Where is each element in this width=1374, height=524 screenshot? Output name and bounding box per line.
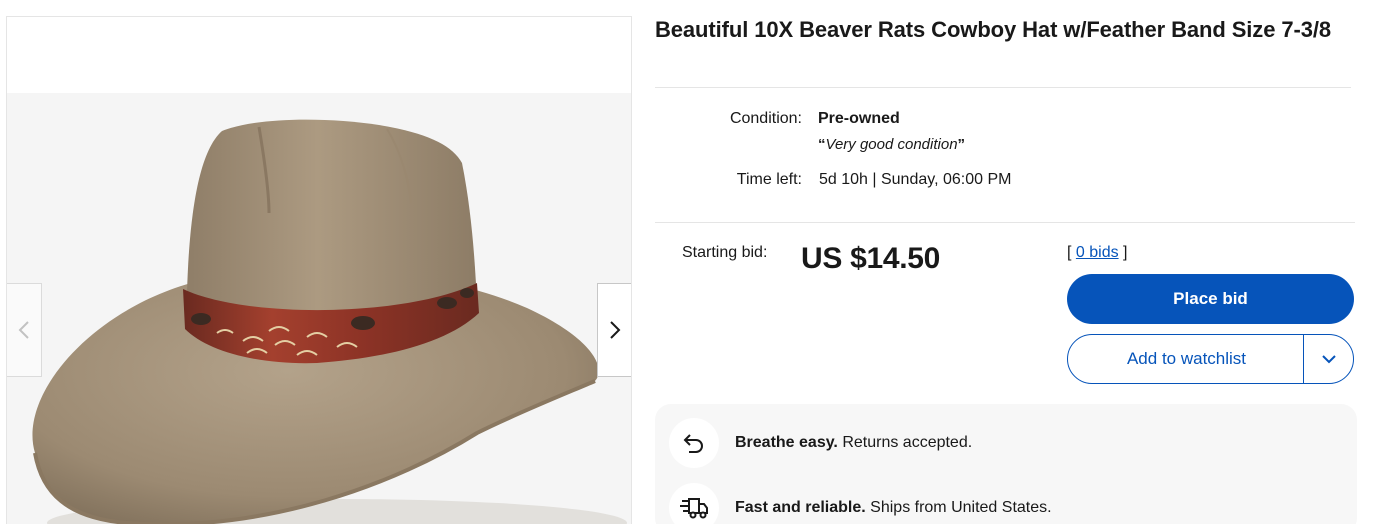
watchlist-button-group: Add to watchlist bbox=[1067, 334, 1354, 384]
chevron-left-icon bbox=[18, 321, 29, 339]
watchlist-dropdown-button[interactable] bbox=[1303, 335, 1353, 383]
promo-shipping-detail: Ships from United States. bbox=[865, 499, 1052, 516]
next-image-button[interactable] bbox=[597, 283, 631, 377]
promo-shipping-text: Fast and reliable. Ships from United Sta… bbox=[735, 499, 1052, 517]
condition-label: Condition: bbox=[729, 110, 802, 127]
bid-count: [ 0 bids ] bbox=[1067, 244, 1127, 262]
promo-panel: Breathe easy. Returns accepted. Fast and… bbox=[655, 404, 1357, 524]
promo-shipping-bold: Fast and reliable. bbox=[735, 499, 866, 516]
bid-count-link[interactable]: 0 bids bbox=[1076, 244, 1119, 261]
cowboy-hat-image bbox=[7, 93, 631, 524]
condition-note-text: Very good condition bbox=[825, 136, 958, 153]
price: US $14.50 bbox=[801, 242, 941, 275]
promo-returns-text: Breathe easy. Returns accepted. bbox=[735, 434, 972, 452]
previous-image-button[interactable] bbox=[7, 283, 42, 377]
promo-returns-detail: Returns accepted. bbox=[837, 434, 973, 451]
chevron-down-icon bbox=[1321, 355, 1336, 364]
chevron-right-icon bbox=[609, 321, 620, 339]
add-to-watchlist-button[interactable]: Add to watchlist bbox=[1068, 335, 1303, 383]
image-gallery bbox=[6, 16, 632, 524]
bid-count-prefix: [ bbox=[1067, 244, 1076, 261]
starting-bid-label: Starting bid: bbox=[682, 244, 768, 261]
time-left-label: Time left: bbox=[736, 171, 802, 188]
promo-shipping: Fast and reliable. Ships from United Sta… bbox=[669, 483, 1052, 524]
promo-returns: Breathe easy. Returns accepted. bbox=[669, 418, 972, 468]
listing-title: Beautiful 10X Beaver Rats Cowboy Hat w/F… bbox=[655, 17, 1332, 42]
condition-value: Pre-owned bbox=[818, 110, 900, 127]
divider bbox=[655, 222, 1355, 223]
return-arrow-icon bbox=[669, 418, 719, 468]
condition-note: “Very good condition” bbox=[818, 136, 966, 153]
product-image-hat[interactable] bbox=[7, 93, 631, 524]
promo-returns-bold: Breathe easy. bbox=[735, 434, 838, 451]
time-left-value: 5d 10h | Sunday, 06:00 PM bbox=[819, 171, 1012, 188]
place-bid-button[interactable]: Place bid bbox=[1067, 274, 1354, 324]
bid-count-suffix: ] bbox=[1118, 244, 1128, 261]
delivery-truck-icon bbox=[669, 483, 719, 524]
divider bbox=[655, 87, 1351, 88]
